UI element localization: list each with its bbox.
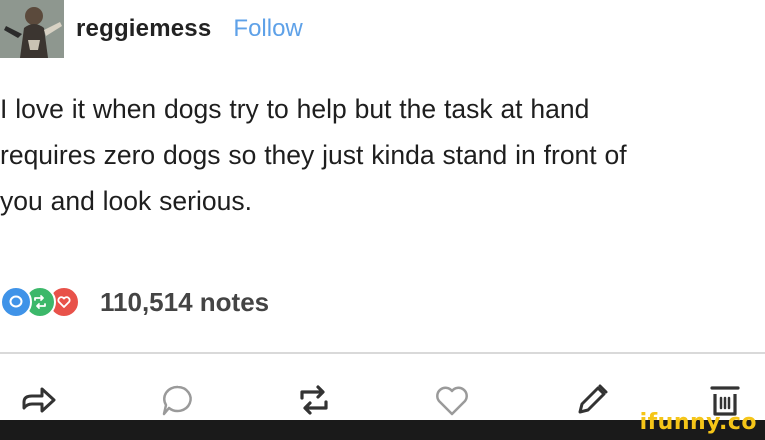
- notes-row[interactable]: 110,514 notes: [0, 280, 269, 324]
- tumblr-post-screenshot: reggiemess Follow I love it when dogs tr…: [0, 0, 765, 440]
- like-icon[interactable]: [430, 378, 474, 422]
- notes-count[interactable]: 110,514 notes: [100, 287, 269, 318]
- post-text: I love it when dogs try to help but the …: [0, 94, 627, 216]
- edit-icon[interactable]: [570, 378, 614, 422]
- reply-note-icon: [0, 286, 32, 318]
- reblog-icon[interactable]: [292, 378, 336, 422]
- avatar-image: [0, 0, 64, 58]
- ifunny-watermark: ifunny.co: [639, 410, 757, 435]
- share-icon[interactable]: [18, 378, 62, 422]
- avatar[interactable]: [0, 0, 64, 58]
- post-header: reggiemess Follow: [0, 0, 765, 58]
- username[interactable]: reggiemess: [76, 15, 211, 43]
- follow-link[interactable]: Follow: [233, 15, 302, 43]
- divider: [0, 352, 765, 354]
- note-icons: [0, 286, 80, 318]
- reply-icon[interactable]: [156, 378, 200, 422]
